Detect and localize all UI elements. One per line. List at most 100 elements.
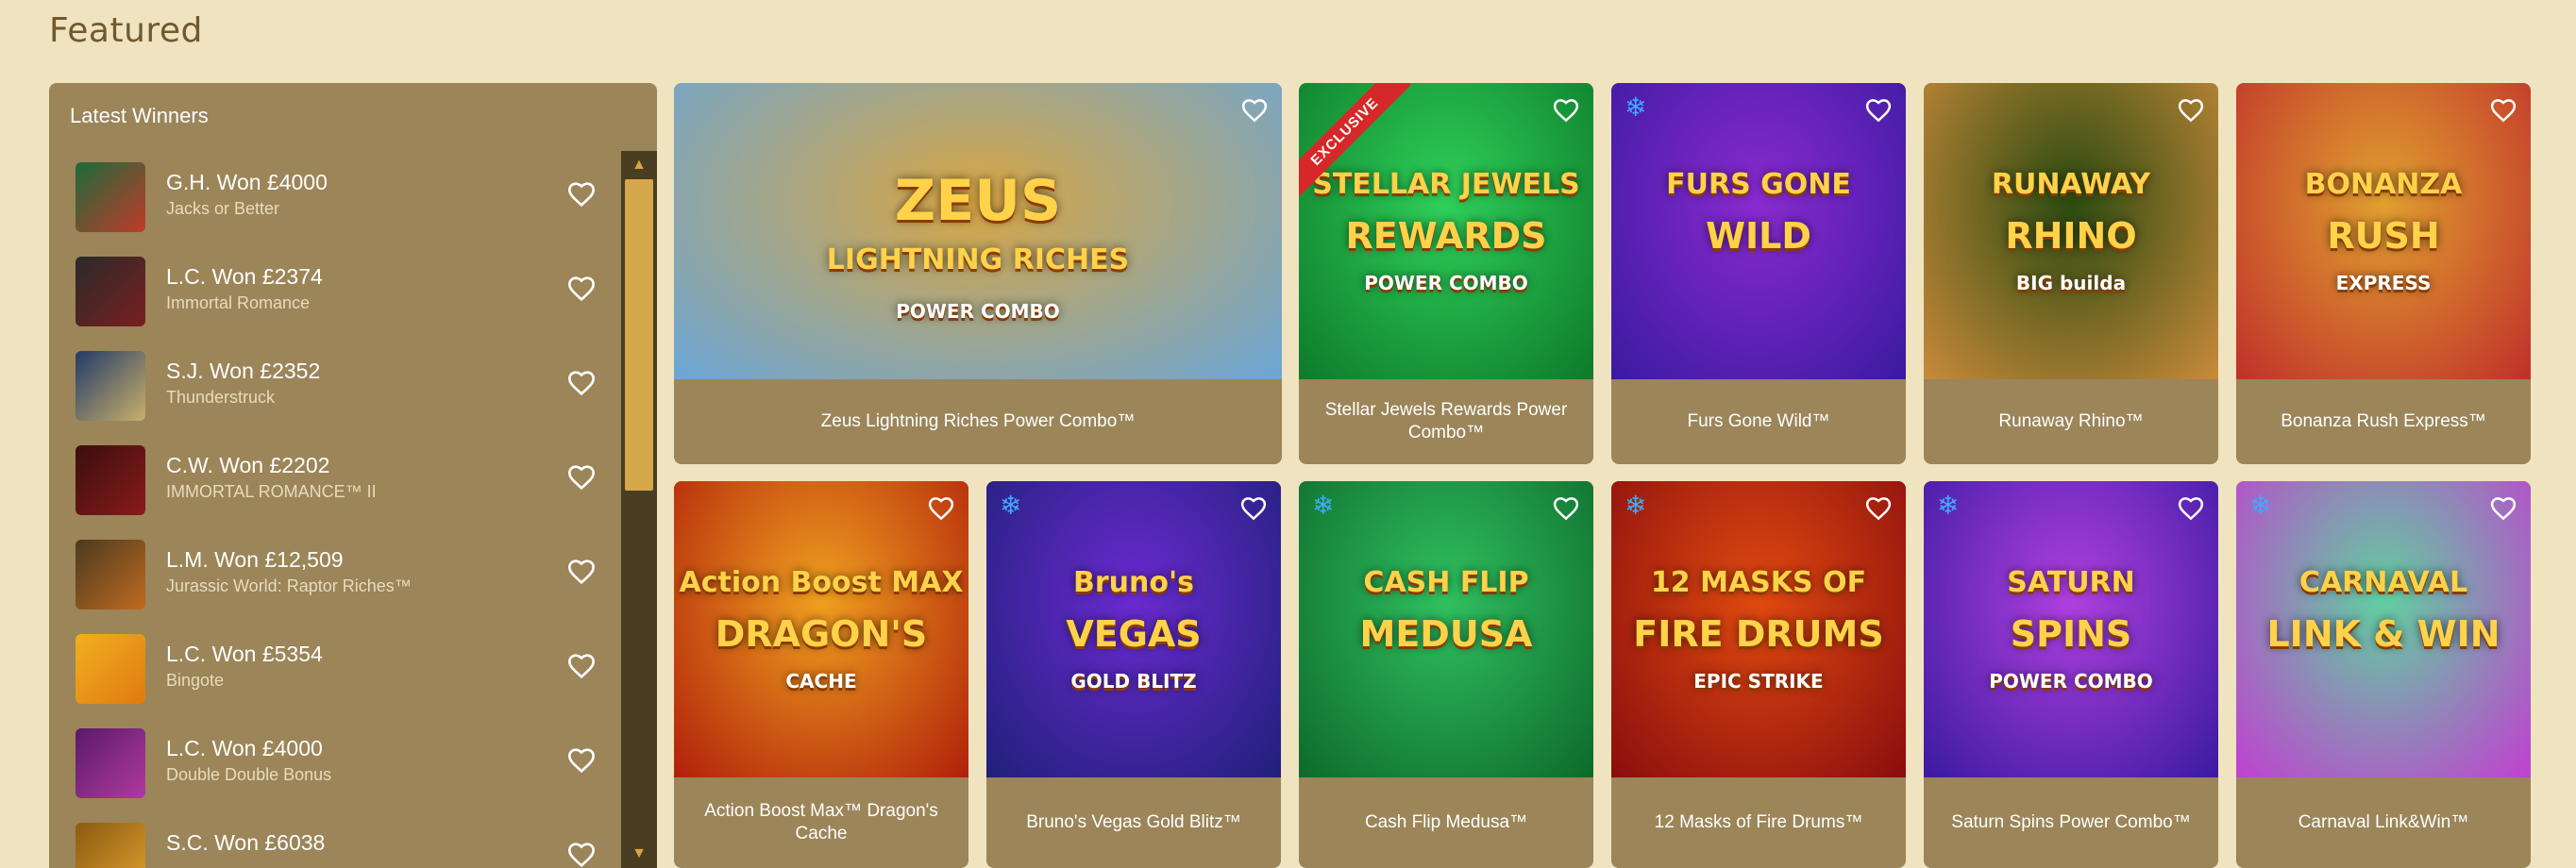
winner-row[interactable]: C.W. Won £2202 IMMORTAL ROMANCE™ II [76,434,614,528]
game-thumbnail[interactable]: ZEUS LIGHTNING RICHES POWER COMBO [674,83,1282,379]
winner-name: S.C. Won £6038 [166,830,326,855]
game-logo-line3: GOLD BLITZ [1070,670,1197,693]
game-logo-line2: FIRE DRUMS [1633,613,1884,655]
game-logo-line2: RHINO [2005,215,2137,257]
winner-name: S.J. Won £2352 [166,359,321,383]
winner-game-thumbnail[interactable] [76,257,145,326]
game-thumbnail[interactable]: RUNAWAY RHINO BIG builda [1924,83,2218,379]
game-logo-line2: LINK & WIN [2266,613,2500,655]
favorite-heart-icon[interactable] [1552,96,1580,125]
scroll-down-arrow-icon[interactable]: ▼ [621,840,657,868]
winner-row[interactable]: L.C. Won £4000 Double Double Bonus [76,717,614,811]
game-logo-line2: DRAGON'S [715,613,928,655]
game-thumbnail[interactable]: Action Boost MAX DRAGON'S CACHE [674,481,968,777]
snowflake-icon: ❄ [1000,491,1022,520]
game-title: Action Boost Max™ Dragon's Cache [704,801,938,843]
winner-name: G.H. Won £4000 [166,170,328,194]
favorite-heart-icon[interactable] [1864,494,1893,523]
winner-game-thumbnail[interactable] [76,445,145,515]
game-logo-line1: Action Boost MAX [679,566,964,599]
latest-winners-panel: Latest Winners G.H. Won £4000 Jacks or Be… [49,83,657,868]
scroll-up-arrow-icon[interactable]: ▲ [621,151,657,179]
favorite-heart-icon[interactable] [2489,494,2517,523]
game-thumbnail[interactable]: SATURN SPINS POWER COMBO [1924,481,2218,777]
game-thumbnail[interactable]: CASH FLIP MEDUSA [1299,481,1593,777]
favorite-heart-icon[interactable] [566,651,597,681]
game-tile[interactable]: STELLAR JEWELS REWARDS POWER COMBO Stellar … [1299,83,1593,464]
game-logo-line2: SPINS [2010,613,2132,655]
game-logo-line1: SATURN [2007,566,2135,599]
winner-row[interactable]: L.M. Won £12,509 Jurassic World: Raptor R… [76,528,614,623]
game-logo-line1: RUNAWAY [1991,168,2151,201]
game-tile[interactable]: CARNAVAL LINK & WIN Carnaval Link&Win™ ❄ [2236,481,2531,868]
game-tile[interactable]: ZEUS LIGHTNING RICHES POWER COMBO Zeus Ligh… [674,83,1282,464]
snowflake-icon: ❄ [1312,491,1335,520]
game-tile[interactable]: RUNAWAY RHINO BIG builda Runaway Rhino™ [1924,83,2218,464]
game-title: Stellar Jewels Rewards Power Combo™ [1324,400,1568,442]
game-title: Cash Flip Medusa™ [1364,812,1528,832]
winner-row[interactable]: L.C. Won £2374 Immortal Romance [76,245,614,340]
game-logo-line3: CACHE [785,670,857,693]
favorite-heart-icon[interactable] [1864,96,1893,125]
game-title: Runaway Rhino™ [1998,411,2144,431]
game-tile[interactable]: SATURN SPINS POWER COMBO Saturn Spins Power… [1924,481,2218,868]
game-tile[interactable]: Bruno's VEGAS GOLD BLITZ Bruno's Vegas Gold… [986,481,1281,868]
game-thumbnail[interactable]: 12 MASKS OF FIRE DRUMS EPIC STRIKE [1611,481,1906,777]
winner-row[interactable]: G.H. Won £4000 Jacks or Better [76,151,614,245]
game-logo-line3: EXPRESS [2335,272,2432,294]
game-title: Bruno's Vegas Gold Blitz™ [1026,812,1241,832]
favorite-heart-icon[interactable] [566,179,597,209]
game-tile[interactable]: CASH FLIP MEDUSA Cash Flip Medusa™ ❄ [1299,481,1593,868]
winner-name: L.C. Won £2374 [166,264,323,289]
favorite-heart-icon[interactable] [2177,494,2205,523]
game-logo-line3: POWER COMBO [1989,670,2153,693]
favorite-heart-icon[interactable] [566,368,597,398]
winners-scrollbar[interactable]: ▲ ▼ [621,151,657,868]
game-thumbnail[interactable]: FURS GONE WILD [1611,83,1906,379]
game-logo-line2: LIGHTNING RICHES [826,243,1130,276]
favorite-heart-icon[interactable] [2177,96,2205,125]
game-tile[interactable]: BONANZA RUSH EXPRESS Bonanza Rush Express™ [2236,83,2531,464]
game-logo-line2: REWARDS [1345,215,1547,257]
game-title: Zeus Lightning Riches Power Combo™ [820,411,1136,431]
winner-game-thumbnail[interactable] [76,823,145,868]
game-logo-line2: WILD [1706,215,1811,257]
game-thumbnail[interactable]: CARNAVAL LINK & WIN [2236,481,2531,777]
favorite-heart-icon[interactable] [566,745,597,776]
winner-game-thumbnail[interactable] [76,634,145,704]
favorite-heart-icon[interactable] [566,274,597,304]
scroll-thumb[interactable] [625,179,653,491]
winner-game-title: Bingote [166,671,225,690]
winner-game-thumbnail[interactable] [76,728,145,798]
game-tile[interactable]: 12 MASKS OF FIRE DRUMS EPIC STRIKE 12 Masks… [1611,481,1906,868]
game-tile[interactable]: FURS GONE WILD Furs Gone Wild™ ❄ [1611,83,1906,464]
winner-row[interactable]: L.C. Won £5354 Bingote [76,623,614,717]
favorite-heart-icon[interactable] [566,557,597,587]
favorite-heart-icon[interactable] [1239,494,1268,523]
game-logo-line1: Bruno's [1072,566,1195,599]
game-title: Saturn Spins Power Combo™ [1951,812,2191,832]
game-logo-line2: RUSH [2327,215,2440,257]
game-logo-line1: 12 MASKS OF [1650,566,1867,599]
winner-game-thumbnail[interactable] [76,351,145,421]
favorite-heart-icon[interactable] [566,462,597,492]
game-title: Carnaval Link&Win™ [2298,812,2469,832]
game-thumbnail[interactable]: BONANZA RUSH EXPRESS [2236,83,2531,379]
favorite-heart-icon[interactable] [1552,494,1580,523]
game-logo-line1: BONANZA [2304,168,2463,201]
latest-winners-title: Latest Winners [70,104,209,127]
favorite-heart-icon[interactable] [1240,96,1269,125]
favorite-heart-icon[interactable] [566,840,597,868]
winner-name: L.M. Won £12,509 [166,547,344,572]
game-tile[interactable]: Action Boost MAX DRAGON'S CACHE Action Boos… [674,481,968,868]
favorite-heart-icon[interactable] [927,494,955,523]
game-thumbnail[interactable]: Bruno's VEGAS GOLD BLITZ [986,481,1281,777]
winner-game-thumbnail[interactable] [76,540,145,609]
favorite-heart-icon[interactable] [2489,96,2517,125]
winner-game-thumbnail[interactable] [76,162,145,232]
winner-row[interactable]: S.C. Won £6038 [76,811,614,868]
winner-row[interactable]: S.J. Won £2352 Thunderstruck [76,340,614,434]
snowflake-icon: ❄ [1625,491,1647,520]
snowflake-icon: ❄ [1625,92,1647,122]
game-title: Furs Gone Wild™ [1687,411,1830,431]
